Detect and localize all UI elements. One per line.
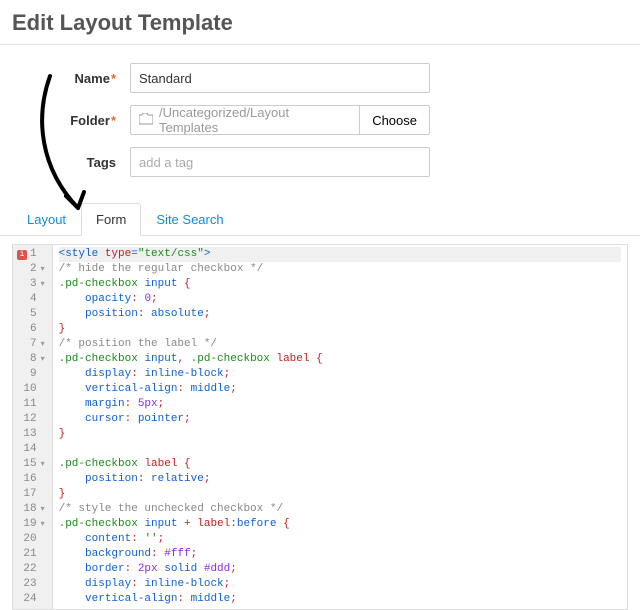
gutter-line: 14 [17, 442, 46, 457]
gutter-line: 3▾ [17, 277, 46, 292]
code-line[interactable]: content: ''; [59, 532, 621, 547]
code-line[interactable] [59, 442, 621, 457]
gutter-line: 7▾ [17, 337, 46, 352]
page-title: Edit Layout Template [0, 0, 640, 45]
gutter-line: 22 [17, 562, 46, 577]
gutter-line: 21 [17, 547, 46, 562]
folder-label: Folder* [20, 113, 130, 128]
code-line[interactable]: position: absolute; [59, 307, 621, 322]
required-marker: * [111, 71, 116, 86]
fold-toggle-icon[interactable]: ▾ [40, 262, 46, 277]
code-line[interactable]: .pd-checkbox input, .pd-checkbox label { [59, 352, 621, 367]
code-line[interactable]: display: inline-block; [59, 577, 621, 592]
code-line[interactable]: margin: 5px; [59, 397, 621, 412]
code-line[interactable]: border: 2px solid #ddd; [59, 562, 621, 577]
required-marker: * [111, 113, 116, 128]
code-line[interactable]: .pd-checkbox input + label:before { [59, 517, 621, 532]
tags-row: Tags [20, 147, 620, 177]
code-line[interactable]: } [59, 487, 621, 502]
folder-path-text: /Uncategorized/Layout Templates [159, 105, 351, 135]
form-area: Name* Folder* /Uncategorized/Layout Temp… [0, 45, 640, 203]
gutter-line: 5 [17, 307, 46, 322]
gutter-line: i1 [17, 247, 46, 262]
name-label: Name* [20, 71, 130, 86]
tab-bar: Layout Form Site Search [0, 203, 640, 236]
gutter-line: 17 [17, 487, 46, 502]
code-editor[interactable]: i12▾3▾4567▾8▾9101112131415▾161718▾19▾202… [12, 244, 628, 610]
name-input[interactable] [130, 63, 430, 93]
fold-toggle-icon[interactable]: ▾ [40, 457, 46, 472]
code-line[interactable]: /* position the label */ [59, 337, 621, 352]
editor-code[interactable]: <style type="text/css">/* hide the regul… [53, 245, 627, 609]
gutter-line: 24 [17, 592, 46, 607]
fold-toggle-icon[interactable]: ▾ [40, 352, 46, 367]
code-line[interactable]: /* style the unchecked checkbox */ [59, 502, 621, 517]
editor-gutter: i12▾3▾4567▾8▾9101112131415▾161718▾19▾202… [13, 245, 53, 609]
code-line[interactable]: vertical-align: middle; [59, 592, 621, 607]
gutter-line: 11 [17, 397, 46, 412]
gutter-line: 20 [17, 532, 46, 547]
tab-layout[interactable]: Layout [12, 203, 81, 236]
code-line[interactable]: vertical-align: middle; [59, 382, 621, 397]
fold-toggle-icon[interactable]: ▾ [40, 517, 46, 532]
gutter-line: 19▾ [17, 517, 46, 532]
code-line[interactable]: /* hide the regular checkbox */ [59, 262, 621, 277]
fold-toggle-icon[interactable]: ▾ [40, 502, 46, 517]
gutter-line: 13 [17, 427, 46, 442]
fold-toggle-icon[interactable]: ▾ [40, 337, 46, 352]
tab-form[interactable]: Form [81, 203, 141, 236]
gutter-line: 18▾ [17, 502, 46, 517]
gutter-line: 9 [17, 367, 46, 382]
tags-label: Tags [20, 155, 130, 170]
code-line[interactable]: cursor: pointer; [59, 412, 621, 427]
code-line[interactable]: position: relative; [59, 472, 621, 487]
code-line[interactable]: opacity: 0; [59, 292, 621, 307]
folder-row: Folder* /Uncategorized/Layout Templates … [20, 105, 620, 135]
folder-path-display[interactable]: /Uncategorized/Layout Templates [130, 105, 359, 135]
code-line[interactable]: background: #fff; [59, 547, 621, 562]
gutter-line: 10 [17, 382, 46, 397]
folder-icon [139, 113, 153, 128]
code-line[interactable]: } [59, 322, 621, 337]
gutter-line: 15▾ [17, 457, 46, 472]
gutter-line: 2▾ [17, 262, 46, 277]
code-line[interactable]: <style type="text/css"> [59, 247, 621, 262]
fold-toggle-icon[interactable]: ▾ [40, 277, 46, 292]
gutter-line: 4 [17, 292, 46, 307]
code-line[interactable]: .pd-checkbox label { [59, 457, 621, 472]
tab-site-search[interactable]: Site Search [141, 203, 238, 236]
name-row: Name* [20, 63, 620, 93]
gutter-line: 23 [17, 577, 46, 592]
gutter-line: 16 [17, 472, 46, 487]
folder-group: /Uncategorized/Layout Templates Choose [130, 105, 430, 135]
gutter-line: 6 [17, 322, 46, 337]
code-line[interactable]: display: inline-block; [59, 367, 621, 382]
code-line[interactable]: } [59, 427, 621, 442]
tags-input[interactable] [130, 147, 430, 177]
gutter-line: 8▾ [17, 352, 46, 367]
choose-button[interactable]: Choose [359, 105, 430, 135]
gutter-line: 12 [17, 412, 46, 427]
error-marker-icon: i [17, 250, 27, 260]
code-line[interactable]: .pd-checkbox input { [59, 277, 621, 292]
